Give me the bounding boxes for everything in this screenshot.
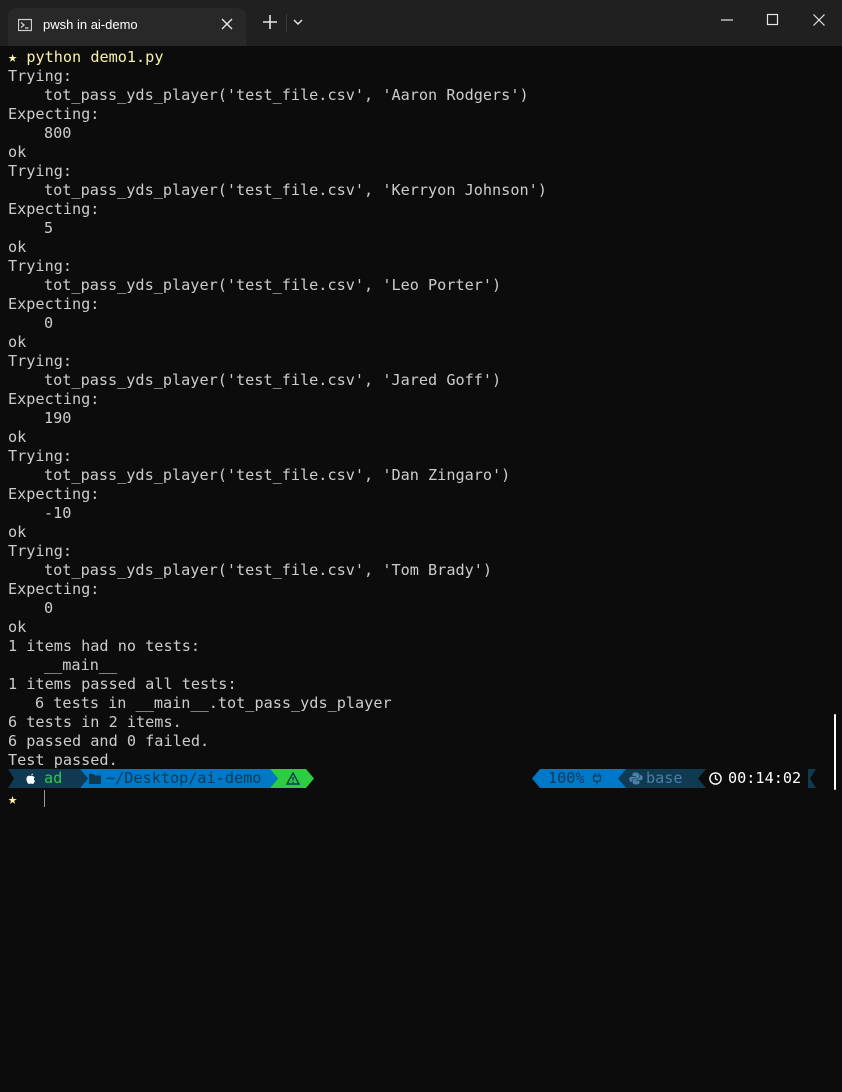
output-line: 5: [44, 219, 54, 237]
output-line: tot_pass_yds_player('test_file.csv', 'Ke…: [44, 181, 547, 199]
chevron-down-icon[interactable]: [292, 13, 304, 31]
plug-icon: [592, 773, 602, 785]
terminal-tab[interactable]: pwsh in ai-demo: [8, 8, 246, 46]
title-bar: pwsh in ai-demo: [0, 0, 842, 46]
maximize-icon[interactable]: [766, 13, 780, 27]
output-line: ok: [8, 428, 27, 446]
command-text: python demo1.py: [26, 48, 164, 66]
battery-level: 100%: [548, 769, 585, 787]
tab-separator: [286, 14, 287, 32]
prompt-path: ~/Desktop/ai-demo: [106, 769, 262, 787]
output-line: Trying:: [8, 162, 73, 180]
close-icon[interactable]: [812, 13, 826, 27]
output-line: Test passed.: [8, 751, 118, 769]
output-line: Expecting:: [8, 105, 100, 123]
minimize-icon[interactable]: [720, 13, 734, 27]
next-prompt: ★: [8, 790, 17, 809]
output-line: Trying:: [8, 257, 73, 275]
output-line: 1 items had no tests:: [8, 637, 201, 655]
output-line: 0: [44, 599, 54, 617]
output-line: ok: [8, 618, 27, 636]
output-line: 800: [44, 124, 72, 142]
conda-env: base: [646, 769, 683, 787]
output-line: tot_pass_yds_player('test_file.csv', 'Le…: [44, 276, 502, 294]
output-line: Expecting:: [8, 580, 100, 598]
text-cursor: [44, 790, 45, 807]
output-line: tot_pass_yds_player('test_file.csv', 'Da…: [44, 466, 511, 484]
prompt-user: ad: [44, 769, 63, 787]
folder-icon: [89, 774, 101, 784]
apple-icon: [26, 773, 35, 784]
prompt-star: ★: [8, 48, 18, 66]
scrollbar[interactable]: [834, 714, 836, 790]
output-line: 0: [44, 314, 54, 332]
output-line: 6 tests in __main__.tot_pass_yds_player: [35, 694, 392, 712]
output-line: ok: [8, 238, 27, 256]
output-line: 6 passed and 0 failed.: [8, 732, 210, 750]
output-line: Trying:: [8, 447, 73, 465]
output-line: 190: [44, 409, 72, 427]
output-line: 6 tests in 2 items.: [8, 713, 182, 731]
output-line: ok: [8, 143, 27, 161]
clock-icon: [709, 772, 722, 785]
tab-title: pwsh in ai-demo: [43, 17, 138, 32]
output-line: Expecting:: [8, 295, 100, 313]
output-line: tot_pass_yds_player('test_file.csv', 'Ja…: [44, 371, 502, 389]
output-line: Expecting:: [8, 485, 100, 503]
powershell-icon: [18, 18, 32, 32]
close-tab-icon[interactable]: [220, 17, 234, 31]
output-line: -10: [44, 504, 72, 522]
output-line: ok: [8, 333, 27, 351]
output-line: __main__: [44, 656, 118, 674]
python-icon: [629, 772, 643, 785]
prompt-time: 00:14:02: [728, 769, 802, 787]
prompt-star: ★: [8, 790, 18, 808]
output-line: 1 items passed all tests:: [8, 675, 237, 693]
output-line: tot_pass_yds_player('test_file.csv', 'Aa…: [44, 86, 529, 104]
output-line: tot_pass_yds_player('test_file.csv', 'To…: [44, 561, 493, 579]
plus-icon[interactable]: [261, 13, 279, 31]
output-line: Trying:: [8, 67, 73, 85]
output-line: Trying:: [8, 352, 73, 370]
warning-icon: [286, 772, 300, 785]
output-line: Expecting:: [8, 200, 100, 218]
output-line: Expecting:: [8, 390, 100, 408]
output-line: ok: [8, 523, 27, 541]
command-line: ★ python demo1.py: [8, 48, 163, 67]
output-line: Trying:: [8, 542, 73, 560]
prompt-bar: ad ~/Desktop/ai-demo 100% base 00:14:02: [0, 769, 842, 788]
